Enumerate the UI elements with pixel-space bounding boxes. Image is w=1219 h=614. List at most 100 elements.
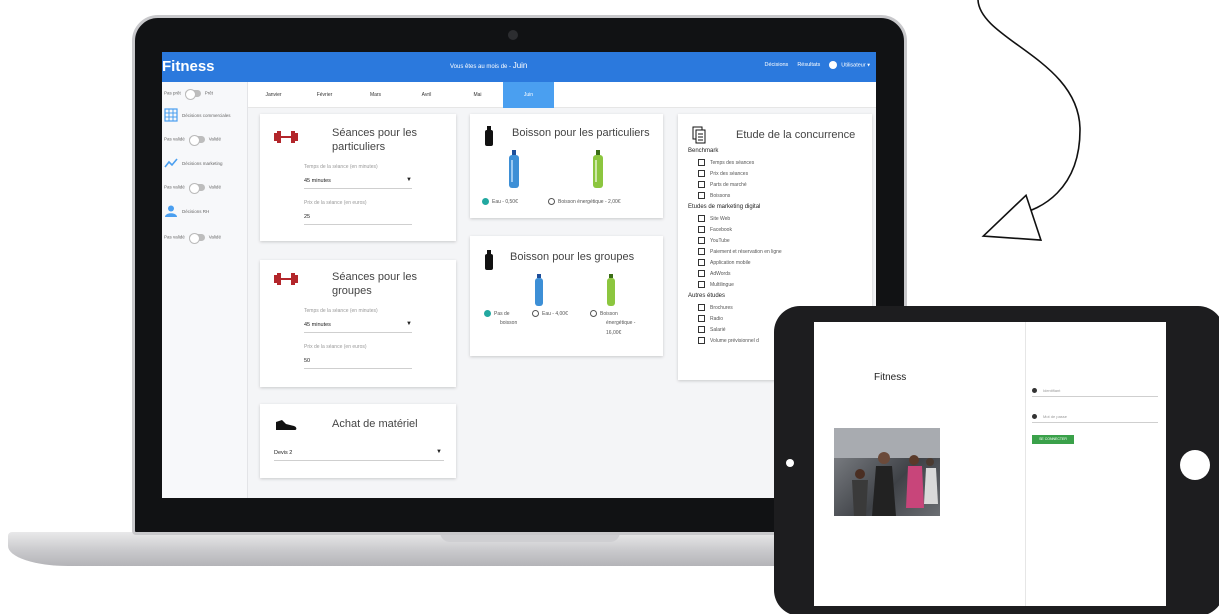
- radio-label: Eau - 4,00€: [542, 310, 568, 317]
- radio-energy[interactable]: Boisson énergétique - 2,00€: [548, 198, 621, 205]
- user-icon: [829, 61, 838, 69]
- radio-unselected-icon: [532, 310, 539, 317]
- commercial-validation-toggle[interactable]: [188, 135, 205, 146]
- card-seances-groupes: Séances pour les groupes Temps de la séa…: [260, 260, 456, 387]
- sidebar-item-commercial[interactable]: Décisions commerciales: [164, 108, 231, 122]
- dumbbell-icon: [274, 273, 298, 285]
- login-button[interactable]: SE CONNECTER: [1032, 435, 1074, 444]
- card-title: Etude de la concurrence: [736, 129, 856, 141]
- ready-toggle[interactable]: [184, 89, 201, 100]
- dumbbell-icon: [274, 131, 298, 143]
- rh-validation-toggle[interactable]: [188, 233, 205, 244]
- laptop-camera: [508, 30, 518, 40]
- checkbox-volume-previsionnel[interactable]: Volume prévisionnel d: [698, 337, 759, 344]
- sidebar-item-label: Décisions marketing: [182, 160, 223, 166]
- checkbox-label: Boissons: [710, 192, 731, 199]
- checkbox-salarie[interactable]: Salarié: [698, 326, 726, 333]
- price-label: Prix de la séance (en euros): [304, 344, 367, 350]
- checkbox-icon: [698, 248, 705, 255]
- radio-unselected-icon: [590, 310, 597, 317]
- checkbox-icon: [698, 270, 705, 277]
- card-seances-particuliers: Séances pour les particuliers Temps de l…: [260, 114, 456, 241]
- tablet-camera: [786, 459, 794, 467]
- checkbox-radio[interactable]: Radio: [698, 315, 723, 322]
- checkbox-label: Prix des séances: [710, 170, 749, 177]
- radio-unselected-icon: [548, 198, 555, 205]
- radio-label: Boisson énergétique - 2,00€: [558, 198, 621, 205]
- checkbox-prix-seances[interactable]: Prix des séances: [698, 170, 748, 177]
- checkbox-icon: [698, 304, 705, 311]
- checkbox-youtube[interactable]: YouTube: [698, 237, 730, 244]
- card-boisson-groupes: Boisson pour les groupes Pas de boisson …: [470, 236, 663, 356]
- tab-juin[interactable]: Juin: [503, 82, 554, 108]
- tab-fevrier[interactable]: Février: [299, 82, 350, 108]
- checkbox-adwords[interactable]: AdWords: [698, 270, 730, 277]
- checkbox-label: Multilingue: [710, 281, 734, 288]
- quote-select[interactable]: Devis 2: [274, 450, 444, 461]
- card-title-line1: Séances pour les: [332, 271, 417, 283]
- checkbox-brochures[interactable]: Brochures: [698, 304, 733, 311]
- checkbox-label: Salarié: [710, 326, 726, 333]
- sidebar-item-rh[interactable]: Décisions RH: [164, 204, 209, 218]
- radio-label: Eau - 0,50€: [492, 198, 518, 205]
- checkbox-facebook[interactable]: Facebook: [698, 226, 732, 233]
- duration-label: Temps de la séance (en minutes): [304, 308, 378, 314]
- checkbox-boissons[interactable]: Boissons: [698, 192, 730, 199]
- checkbox-paiement-en-ligne[interactable]: Paiement et réservation en ligne: [698, 248, 782, 255]
- current-month-indicator: Vous êtes au mois de - Juin: [450, 61, 527, 70]
- device-mockup-scene: Fitness Vous êtes au mois de - Juin Déci…: [0, 0, 1219, 614]
- tab-janvier[interactable]: Janvier: [248, 82, 299, 108]
- decorative-arrow-icon: [977, 0, 1081, 241]
- checkbox-site-web[interactable]: Site Web: [698, 215, 730, 222]
- checkbox-icon: [698, 215, 705, 222]
- duration-label: Temps de la séance (en minutes): [304, 164, 378, 170]
- checkbox-icon: [698, 226, 705, 233]
- checkbox-label: Parts de marché: [710, 181, 747, 188]
- sidebar-item-marketing[interactable]: Décisions marketing: [164, 156, 223, 170]
- tablet-left-panel: Fitness: [814, 322, 1026, 606]
- checkbox-multilingue[interactable]: Multilingue: [698, 281, 734, 288]
- tab-mars[interactable]: Mars: [350, 82, 401, 108]
- radio-selected-icon: [482, 198, 489, 205]
- radio-water[interactable]: Eau - 4,00€: [532, 310, 568, 317]
- app-title[interactable]: Fitness: [162, 58, 215, 75]
- card-title: Boisson pour les groupes: [510, 251, 635, 263]
- month-tabs: Janvier Février Mars Avril Mai Juin: [248, 82, 876, 108]
- marketing-validation-row: Pas validé Validé: [164, 183, 221, 194]
- rh-validation-row: Pas validé Validé: [164, 233, 221, 244]
- sidebar-item-label: Décisions RH: [182, 208, 210, 214]
- checkbox-application-mobile[interactable]: Application mobile: [698, 259, 751, 266]
- card-title: Séances pour les particuliers: [332, 126, 417, 155]
- checkbox-label: Brochures: [710, 304, 733, 311]
- price-input[interactable]: 25: [304, 214, 412, 225]
- laptop-screen: Fitness Vous êtes au mois de - Juin Déci…: [162, 52, 876, 498]
- checkbox-icon: [698, 181, 705, 188]
- energy-drink-image: [607, 274, 615, 306]
- radio-no-drink[interactable]: Pas de: [484, 310, 510, 317]
- bottle-icon: [485, 126, 493, 146]
- duration-select[interactable]: 45 minutes: [304, 322, 412, 333]
- price-input[interactable]: 50: [304, 358, 412, 369]
- radio-energy[interactable]: Boisson: [590, 310, 618, 317]
- section-heading: Autres études: [688, 293, 726, 299]
- sidebar: Pas prêt Prêt Décisions commerciales Pas …: [162, 82, 248, 498]
- card-title-line1: Séances pour les: [332, 127, 417, 139]
- nav-resultats[interactable]: Résultats: [797, 62, 820, 68]
- month-name: Juin: [512, 61, 528, 70]
- duration-select[interactable]: 45 minutes: [304, 178, 412, 189]
- nav-user-menu[interactable]: Utilisateur ▾: [829, 61, 870, 69]
- username-placeholder: Identifiant: [1043, 388, 1061, 393]
- document-icon: [692, 126, 706, 144]
- checkbox-temps-seances[interactable]: Temps des séances: [698, 159, 754, 166]
- radio-water[interactable]: Eau - 0,50€: [482, 198, 518, 205]
- nav-decisions[interactable]: Décisions: [764, 62, 788, 68]
- marketing-validation-toggle[interactable]: [188, 183, 205, 194]
- username-field[interactable]: Identifiant: [1032, 388, 1158, 398]
- ready-toggle-row: Pas prêt Prêt: [164, 89, 213, 100]
- radio-label-continuation: énergétique -: [606, 320, 636, 326]
- tab-avril[interactable]: Avril: [401, 82, 452, 108]
- password-field[interactable]: Mot de passe: [1032, 414, 1158, 424]
- tab-mai[interactable]: Mai: [452, 82, 503, 108]
- checkbox-parts-marche[interactable]: Parts de marché: [698, 181, 747, 188]
- checkbox-label: AdWords: [710, 270, 731, 277]
